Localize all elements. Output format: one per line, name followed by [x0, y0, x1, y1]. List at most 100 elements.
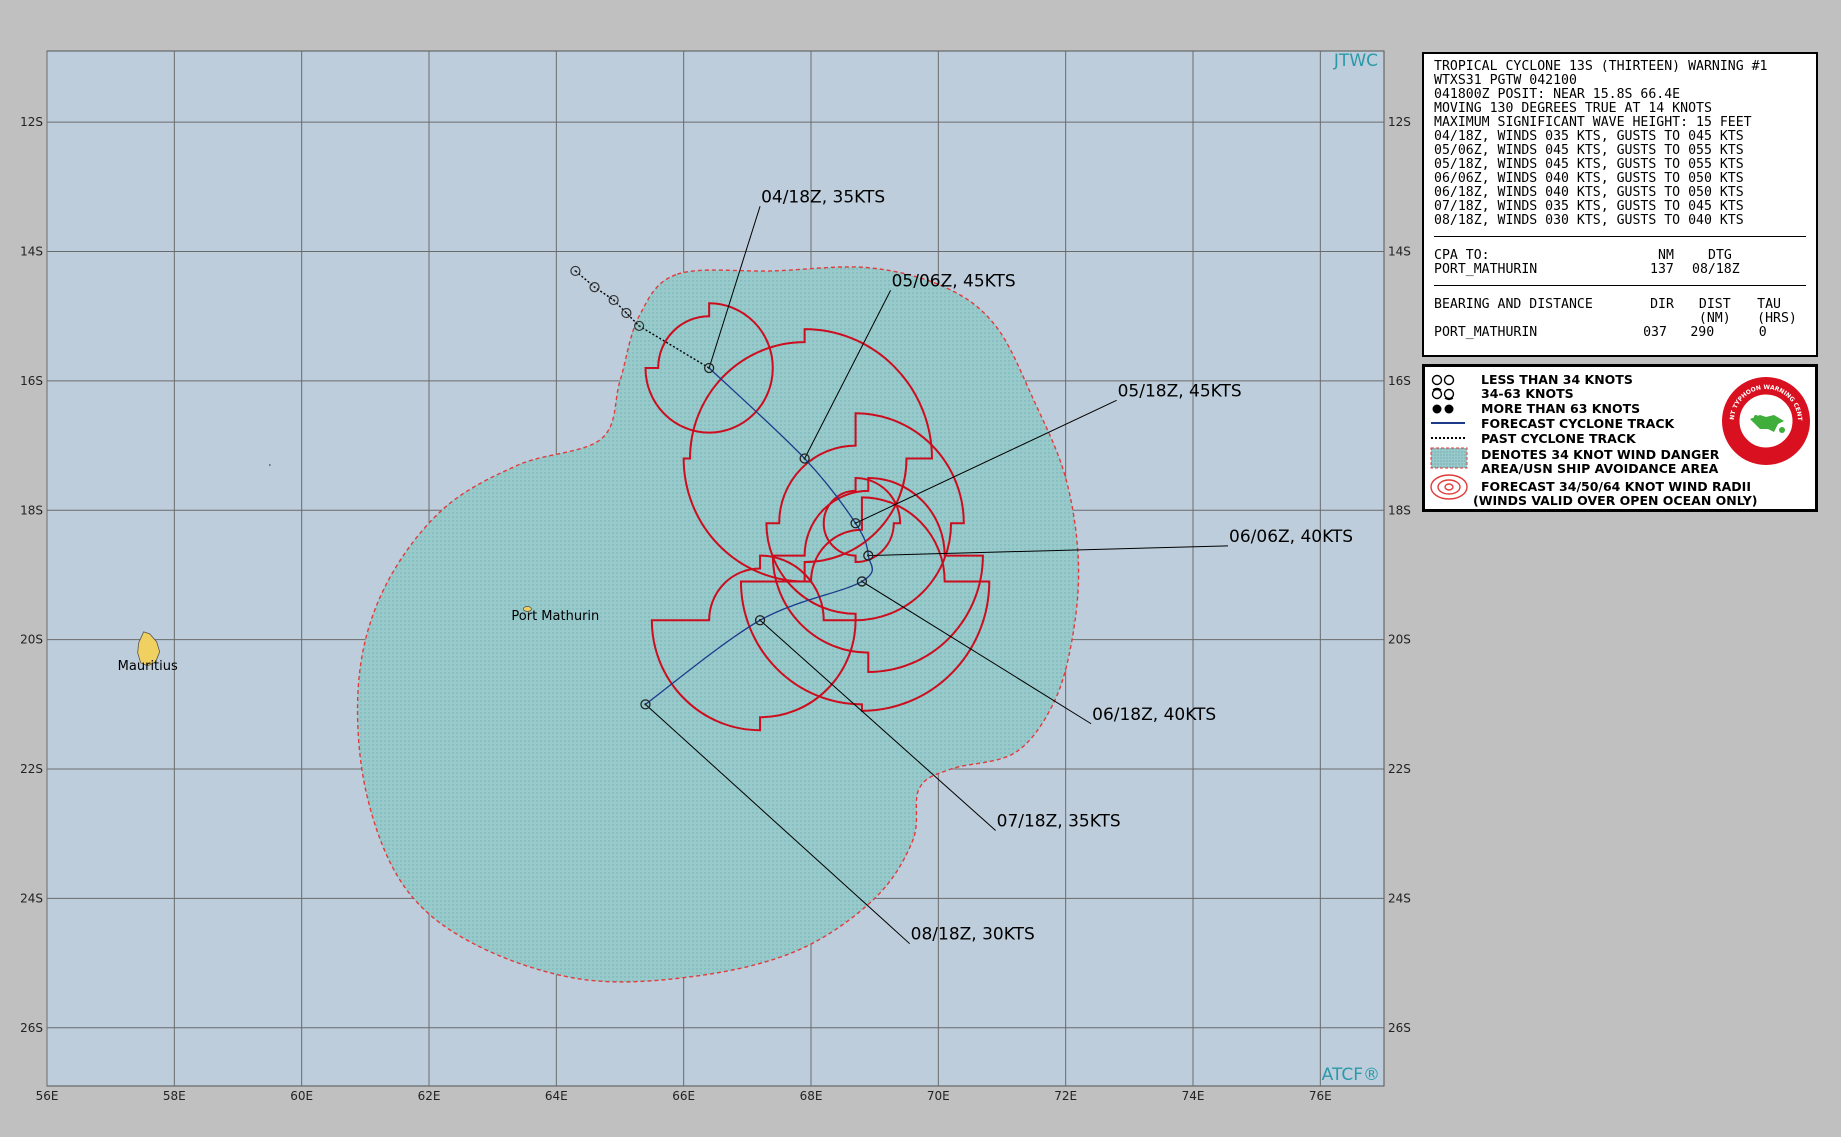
forecast-position-dot — [860, 580, 864, 583]
lon-tick-label: 68E — [800, 1089, 823, 1103]
lat-tick-label-left: 16S — [20, 374, 43, 388]
warning-text-lines: TROPICAL CYCLONE 13S (THIRTEEN) WARNING … — [1434, 60, 1806, 228]
divider — [1434, 285, 1806, 286]
small-island-dot — [268, 464, 271, 466]
port-mathurin-label: Port Mathurin — [511, 609, 599, 624]
forecast-label: 07/18Z, 35KTS — [997, 811, 1121, 831]
legend-past-track: PAST CYCLONE TRACK — [1481, 431, 1636, 446]
lat-tick-label-left: 12S — [20, 115, 43, 129]
legend-wind-radii-1: FORECAST 34/50/64 KNOT WIND RADII — [1481, 479, 1751, 494]
forecast-label: 08/18Z, 30KTS — [911, 925, 1035, 945]
mauritius-label: Mauritius — [118, 659, 178, 674]
lon-tick-label: 58E — [163, 1089, 186, 1103]
bearing-col-dist: DIST — [1698, 297, 1731, 312]
warning-info-panel: TROPICAL CYCLONE 13S (THIRTEEN) WARNING … — [1422, 52, 1818, 357]
bearing-value-row: PORT_MATHURIN 037 290 0 — [1434, 326, 1806, 340]
lon-tick-label: 70E — [927, 1089, 950, 1103]
legend-forecast-track: FORECAST CYCLONE TRACK — [1481, 416, 1675, 431]
legend-danger-area-1: DENOTES 34 KNOT WIND DANGER — [1481, 447, 1720, 462]
past-position-dot — [574, 269, 577, 272]
lat-tick-label-right: 20S — [1388, 633, 1411, 647]
past-position-dot — [638, 324, 641, 327]
lon-tick-label: 64E — [545, 1089, 568, 1103]
cpa-heading: CPA TO: — [1434, 248, 1490, 263]
legend-symbols — [1430, 374, 1468, 500]
bearing-col-dir: DIR — [1650, 297, 1674, 312]
bearing-unit-dist: (NM) — [1698, 311, 1731, 326]
lon-tick-label: 72E — [1054, 1089, 1077, 1103]
bearing-col-tau: TAU — [1757, 297, 1781, 312]
cpa-place: PORT_MATHURIN — [1434, 262, 1538, 277]
forecast-position-dot — [644, 703, 647, 706]
warning-line: WTXS31 PGTW 042100 — [1434, 73, 1577, 88]
warning-line: 041800Z POSIT: NEAR 15.8S 66.4E — [1434, 87, 1681, 102]
more-than-63-knots-icon — [1432, 404, 1454, 414]
warning-line: 04/18Z, WINDS 035 KTS, GUSTS TO 045 KTS — [1434, 129, 1744, 144]
cpa-col-nm: NM — [1658, 248, 1674, 263]
cpa-col-dtg: DTG — [1708, 248, 1732, 263]
cpa-header-row: CPA TO: NM DTG — [1434, 249, 1806, 263]
forecast-label: 05/18Z, 45KTS — [1118, 381, 1242, 401]
lat-tick-label-left: 24S — [20, 891, 43, 905]
cpa-nm: 137 — [1650, 262, 1674, 277]
legend-wind-radii-2: (WINDS VALID OVER OPEN OCEAN ONLY) — [1473, 493, 1758, 508]
legend-more-than-63: MORE THAN 63 KNOTS — [1481, 401, 1641, 416]
lat-tick-label-left: 18S — [20, 503, 43, 517]
lat-tick-label-left: 26S — [20, 1021, 43, 1035]
lon-tick-label: 74E — [1182, 1089, 1205, 1103]
legend-less-than-34: LESS THAN 34 KNOTS — [1481, 372, 1633, 387]
bearing-unit-row: (NM) (HRS) — [1434, 312, 1806, 326]
jtwc-corner-label: JTWC — [1333, 51, 1378, 71]
forecast-label: 06/06Z, 40KTS — [1229, 527, 1353, 547]
wind-radii-icon — [1430, 474, 1468, 500]
lon-tick-label: 56E — [36, 1089, 59, 1103]
bearing-dist: 290 — [1690, 325, 1715, 340]
warning-line: 06/18Z, WINDS 040 KTS, GUSTS TO 050 KTS — [1434, 185, 1744, 200]
lat-tick-label-right: 26S — [1388, 1021, 1411, 1035]
past-position-dot — [612, 299, 615, 302]
lat-tick-label-left: 20S — [20, 633, 43, 647]
forecast-position-dot — [758, 619, 762, 622]
warning-line: 05/06Z, WINDS 045 KTS, GUSTS TO 055 KTS — [1434, 143, 1744, 158]
forecast-position-dot — [707, 366, 711, 370]
jtwc-seal-icon: JOINT TYPHOON WARNING CENTER PEARL HARBO… — [1720, 375, 1810, 465]
lat-tick-label-right: 12S — [1388, 115, 1411, 129]
forecast-label: 05/06Z, 45KTS — [892, 271, 1016, 291]
lat-tick-label-right: 18S — [1388, 503, 1411, 517]
warning-line: TROPICAL CYCLONE 13S (THIRTEEN) WARNING … — [1434, 59, 1768, 74]
bearing-dir: 037 — [1643, 325, 1667, 340]
bearing-heading: BEARING AND DISTANCE — [1434, 297, 1593, 312]
warning-line: 07/18Z, WINDS 035 KTS, GUSTS TO 045 KTS — [1434, 199, 1744, 214]
less-than-34-knots-icon — [1431, 374, 1455, 386]
bearing-header-row: BEARING AND DISTANCE DIR DIST TAU — [1434, 298, 1806, 312]
warning-line: MOVING 130 DEGREES TRUE AT 14 KNOTS — [1434, 101, 1712, 116]
lon-tick-label: 76E — [1309, 1089, 1332, 1103]
lon-tick-label: 62E — [418, 1089, 441, 1103]
bearing-tau: 0 — [1758, 325, 1767, 340]
lat-tick-label-right: 16S — [1388, 374, 1411, 388]
34-63-knots-icon — [1431, 387, 1455, 401]
forecast-position-dot — [854, 522, 857, 525]
forecast-label: 06/18Z, 40KTS — [1092, 705, 1216, 725]
bearing-place: PORT_MATHURIN — [1434, 325, 1538, 340]
warning-line: 06/06Z, WINDS 040 KTS, GUSTS TO 050 KTS — [1434, 171, 1744, 186]
atcf-corner-label: ATCF® — [1322, 1065, 1380, 1085]
legend-danger-area-2: AREA/USN SHIP AVOIDANCE AREA — [1481, 461, 1719, 476]
past-position-dot — [625, 311, 628, 314]
warning-line: 05/18Z, WINDS 045 KTS, GUSTS TO 055 KTS — [1434, 157, 1744, 172]
lat-tick-label-left: 22S — [20, 762, 43, 776]
lat-tick-label-right: 22S — [1388, 762, 1411, 776]
legend-34-63: 34-63 KNOTS — [1481, 386, 1574, 401]
forecast-label: 04/18Z, 35KTS — [761, 187, 885, 207]
forecast-position-dot — [867, 554, 870, 557]
cpa-value-row: PORT_MATHURIN 137 08/18Z — [1434, 263, 1806, 277]
lon-tick-label: 60E — [290, 1089, 313, 1103]
lat-tick-label-right: 14S — [1388, 245, 1411, 259]
past-position-dot — [593, 286, 596, 289]
warning-line: MAXIMUM SIGNIFICANT WAVE HEIGHT: 15 FEET — [1434, 115, 1752, 130]
lat-tick-label-right: 24S — [1388, 891, 1411, 905]
danger-area-icon — [1430, 447, 1468, 469]
warning-line: 08/18Z, WINDS 030 KTS, GUSTS TO 040 KTS — [1434, 213, 1744, 228]
bearing-unit-tau: (HRS) — [1757, 311, 1797, 326]
divider — [1434, 236, 1806, 237]
